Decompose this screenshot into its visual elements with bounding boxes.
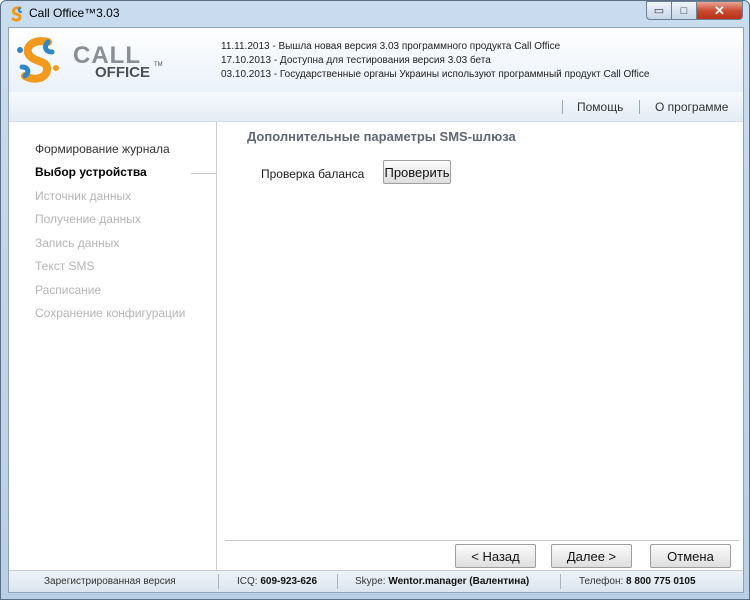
app-logo-icon (11, 6, 22, 22)
menu-separator (562, 100, 563, 114)
phone-value: 8 800 775 0105 (626, 576, 696, 587)
minimize-button[interactable]: ▭ (646, 1, 672, 20)
close-button[interactable]: ✕ (697, 1, 743, 20)
menu-separator (639, 100, 640, 114)
step-data-write: Запись данных (35, 236, 120, 250)
footer-divider (225, 540, 739, 541)
icq-value: 609-923-626 (260, 576, 318, 587)
menu-bar: Помощь О программе (9, 92, 743, 122)
next-button[interactable]: Далее > (551, 544, 632, 568)
status-separator (218, 574, 219, 589)
minimize-icon: ▭ (653, 5, 665, 17)
skype-value: Wentor.manager (Валентина) (388, 576, 530, 587)
news-item[interactable]: 17.10.2013 - Доступна для тестирования в… (221, 54, 649, 68)
step-device-select[interactable]: Выбор устройства (35, 165, 147, 179)
client-area: CALL OFFICE TM 11.11.2013 - Вышла новая … (8, 27, 744, 593)
menu-help[interactable]: Помощь (577, 100, 623, 114)
news-item[interactable]: 03.10.2013 - Государственные органы Укра… (221, 68, 649, 82)
step-journal[interactable]: Формирование журнала (35, 142, 170, 156)
step-data-source: Источник данных (35, 189, 132, 203)
maximize-icon: □ (680, 4, 688, 17)
logo-trademark: TM (154, 62, 163, 68)
menu-about[interactable]: О программе (655, 100, 728, 114)
step-save-config: Сохранение конфигурации (35, 306, 186, 320)
call-office-logo: CALL OFFICE TM (15, 36, 165, 84)
logo-text-office: OFFICE (95, 64, 150, 81)
page-title: Дополнительные параметры SMS-шлюза (247, 129, 516, 144)
title-bar[interactable]: Call Office™3.03 ▭ □ ✕ (1, 1, 749, 26)
window-controls: ▭ □ ✕ (646, 1, 743, 21)
icq-label: ICQ: (237, 576, 258, 587)
header: CALL OFFICE TM 11.11.2013 - Вышла новая … (9, 28, 743, 92)
status-separator (337, 574, 338, 589)
app-window: Call Office™3.03 ▭ □ ✕ CALL OFFICE TM 11… (0, 0, 750, 600)
phone-contact: Телефон: 8 800 775 0105 (579, 576, 696, 587)
cancel-button[interactable]: Отмена (650, 544, 731, 568)
window-title: Call Office™3.03 (29, 6, 120, 20)
icq-contact: ICQ: 609-923-626 (237, 576, 317, 587)
status-separator (560, 574, 561, 589)
main-panel: Дополнительные параметры SMS-шлюза Прове… (218, 122, 743, 540)
news-feed: 11.11.2013 - Вышла новая версия 3.03 про… (221, 40, 649, 82)
close-icon: ✕ (714, 2, 725, 18)
balance-check-label: Проверка баланса (261, 167, 365, 181)
phone-label: Телефон: (579, 576, 624, 587)
logo-swirl-icon (17, 37, 59, 83)
registration-status: Зарегистрированная версия (44, 576, 176, 587)
current-step-indicator (191, 173, 217, 174)
step-schedule: Расписание (35, 283, 102, 297)
status-bar: Зарегистрированная версия ICQ: 609-923-6… (9, 570, 743, 592)
skype-label: Skype: (355, 576, 386, 587)
back-button[interactable]: < Назад (455, 544, 536, 568)
skype-contact: Skype: Wentor.manager (Валентина) (355, 576, 529, 587)
news-item[interactable]: 11.11.2013 - Вышла новая версия 3.03 про… (221, 40, 649, 54)
step-sms-text: Текст SMS (35, 259, 95, 273)
step-data-fetch: Получение данных (35, 212, 141, 226)
check-balance-button[interactable]: Проверить (383, 160, 451, 184)
wizard-steps-sidebar: Формирование журнала Выбор устройства Ис… (9, 122, 217, 570)
maximize-button[interactable]: □ (672, 1, 697, 20)
